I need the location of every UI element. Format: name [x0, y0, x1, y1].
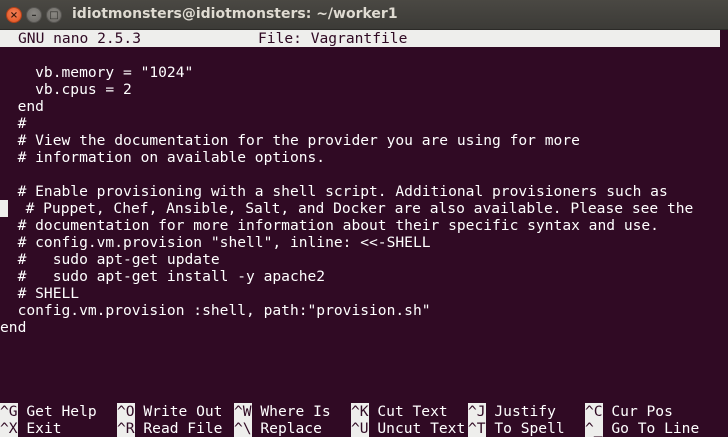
editor-line-text: # Puppet, Chef, Ansible, Salt, and Docke… — [8, 200, 694, 217]
shortcut-label: Cur Pos — [611, 403, 673, 420]
editor-line[interactable] — [0, 166, 720, 183]
editor-line[interactable]: end — [0, 98, 720, 115]
shortcut-label: Replace — [260, 420, 322, 437]
shortcut-cur-pos[interactable]: ^C Cur Pos — [585, 403, 673, 420]
editor-line[interactable]: # config.vm.provision "shell", inline: <… — [0, 234, 720, 251]
shortcut-label: To Spell — [494, 420, 565, 437]
shortcut-key: ^\ — [234, 420, 252, 437]
shortcut-read-file[interactable]: ^R Read File — [117, 420, 222, 437]
scrollbar[interactable] — [722, 30, 728, 437]
shortcut-key: ^K — [351, 403, 369, 420]
editor-line[interactable]: # sudo apt-get install -y apache2 — [0, 268, 720, 285]
title-bar[interactable]: × – □ idiotmonsters@idiotmonsters: ~/wor… — [0, 0, 728, 30]
shortcut-to-spell[interactable]: ^T To Spell — [468, 420, 565, 437]
shortcut-key: ^G — [0, 403, 18, 420]
shortcut-key: ^J — [468, 403, 486, 420]
nano-header: GNU nano 2.5.3 File: Vagrantfile — [0, 30, 720, 47]
window-title: idiotmonsters@idiotmonsters: ~/worker1 — [72, 6, 398, 22]
shortcut-label: Where Is — [260, 403, 331, 420]
editor-line[interactable]: vb.cpus = 2 — [0, 81, 720, 98]
shortcut-label: Get Help — [26, 403, 97, 420]
editor-line[interactable]: # View the documentation for the provide… — [0, 132, 720, 149]
shortcut-where-is[interactable]: ^W Where Is — [234, 403, 331, 420]
editor-line[interactable]: config.vm.provision :shell, path:"provis… — [0, 302, 720, 319]
maximize-icon[interactable]: □ — [46, 7, 62, 23]
shortcut-key: ^O — [117, 403, 135, 420]
editor-line[interactable]: # Enable provisioning with a shell scrip… — [0, 183, 720, 200]
shortcut-key: ^_ — [585, 420, 603, 437]
shortcut-key: ^U — [351, 420, 369, 437]
shortcut-bar: ^G Get Help ^O Write Out ^W Where Is ^K … — [0, 403, 728, 437]
minimize-icon[interactable]: – — [26, 7, 42, 23]
close-icon[interactable]: × — [6, 7, 22, 23]
shortcut-label: Justify — [494, 403, 556, 420]
nano-version: GNU nano 2.5.3 — [18, 30, 142, 47]
shortcut-key: ^C — [585, 403, 603, 420]
shortcut-label: Uncut Text — [377, 420, 466, 437]
shortcut-key: ^W — [234, 403, 252, 420]
editor-line-cursor[interactable]: # Puppet, Chef, Ansible, Salt, and Docke… — [0, 200, 720, 217]
editor-line[interactable]: # — [0, 115, 720, 132]
shortcut-go-to-line[interactable]: ^_ Go To Line — [585, 420, 699, 437]
shortcut-key: ^R — [117, 420, 135, 437]
text-cursor — [0, 200, 8, 217]
terminal-window: × – □ idiotmonsters@idiotmonsters: ~/wor… — [0, 0, 728, 437]
terminal-area[interactable]: GNU nano 2.5.3 File: Vagrantfile vb.memo… — [0, 30, 728, 437]
file-name: File: Vagrantfile — [258, 30, 408, 47]
shortcut-exit[interactable]: ^X Exit — [0, 420, 62, 437]
editor-line[interactable]: end — [0, 319, 720, 336]
shortcut-key: ^T — [468, 420, 486, 437]
editor-line[interactable]: vb.memory = "1024" — [0, 64, 720, 81]
editor-content[interactable]: vb.memory = "1024" vb.cpus = 2 end # # V… — [0, 64, 720, 336]
shortcut-label: Exit — [26, 420, 62, 437]
shortcut-label: Cut Text — [377, 403, 448, 420]
shortcut-get-help[interactable]: ^G Get Help — [0, 403, 97, 420]
shortcut-cut-text[interactable]: ^K Cut Text — [351, 403, 448, 420]
shortcut-replace[interactable]: ^\ Replace — [234, 420, 322, 437]
shortcut-label: Write Out — [143, 403, 223, 420]
shortcut-key: ^X — [0, 420, 18, 437]
shortcut-write-out[interactable]: ^O Write Out — [117, 403, 222, 420]
shortcut-uncut-text[interactable]: ^U Uncut Text — [351, 420, 465, 437]
shortcut-label: Read File — [143, 420, 223, 437]
editor-line[interactable]: # information on available options. — [0, 149, 720, 166]
shortcut-label: Go To Line — [611, 420, 700, 437]
editor-line[interactable]: # documentation for more information abo… — [0, 217, 720, 234]
editor-line[interactable]: # SHELL — [0, 285, 720, 302]
editor-line[interactable]: # sudo apt-get update — [0, 251, 720, 268]
shortcut-justify[interactable]: ^J Justify — [468, 403, 556, 420]
